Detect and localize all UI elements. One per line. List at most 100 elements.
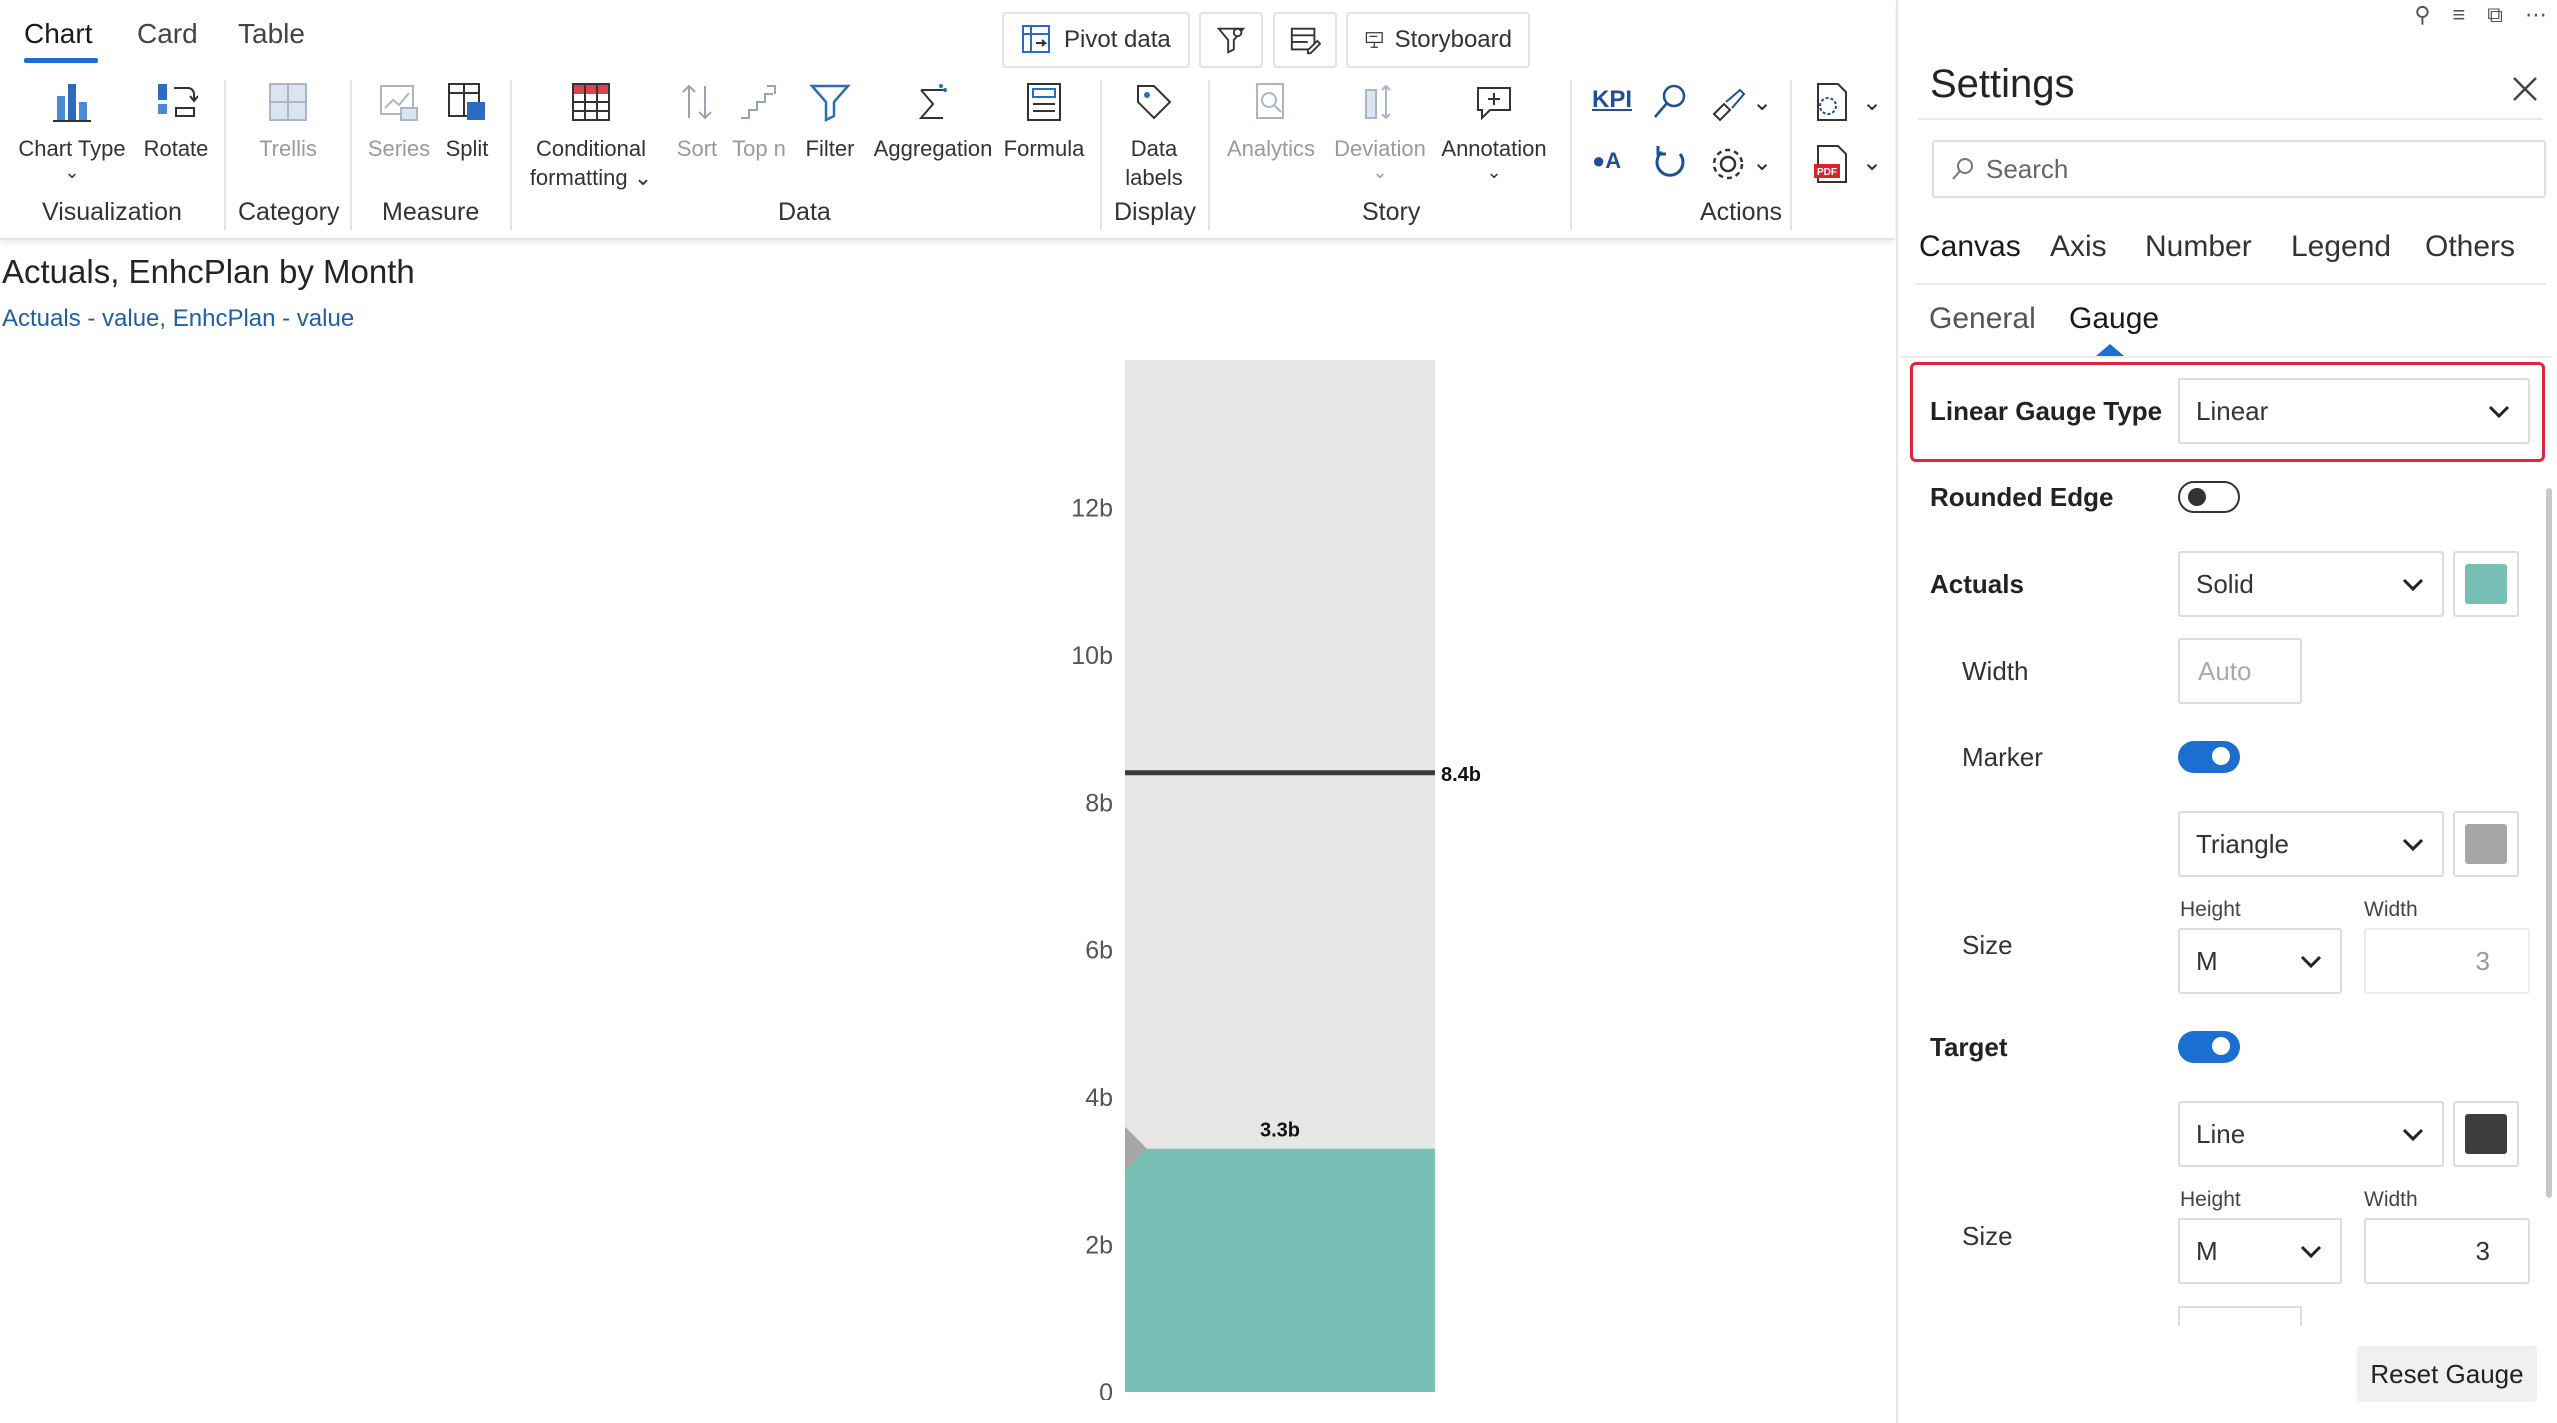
target-color-picker[interactable] bbox=[2453, 1101, 2519, 1167]
target-label: Target bbox=[1930, 1032, 2008, 1062]
actuals-label: Actuals bbox=[1930, 569, 2024, 599]
data-labels-button[interactable]: Data labels bbox=[1118, 80, 1190, 192]
chart-type-button[interactable]: Chart Type ⌄ bbox=[18, 80, 126, 181]
deviation-button[interactable]: Deviation ⌄ bbox=[1330, 80, 1430, 181]
top-n-button[interactable]: Top n bbox=[728, 80, 790, 163]
panel-window-controls: ⚲ ≡ ⧉ ⋯ bbox=[2414, 2, 2547, 28]
y-tick-label: 2b bbox=[1085, 1232, 1113, 1260]
analytics-icon bbox=[1256, 83, 1284, 119]
dot-icon: ● bbox=[1592, 148, 1606, 173]
search-input[interactable]: Search bbox=[1986, 154, 2068, 185]
subtab-general[interactable]: General bbox=[1929, 302, 2036, 336]
tab-legend[interactable]: Legend bbox=[2291, 230, 2391, 264]
tab-chart[interactable]: Chart bbox=[24, 18, 92, 50]
series-button[interactable]: Series bbox=[364, 80, 434, 163]
more-icon[interactable]: ⋯ bbox=[2525, 2, 2547, 28]
conditional-label-2: formatting ⌄ bbox=[529, 165, 653, 190]
close-icon[interactable] bbox=[2510, 74, 2540, 104]
y-tick-label: 8b bbox=[1085, 789, 1113, 817]
aggregation-button[interactable]: Aggregation bbox=[868, 80, 998, 163]
sort-button[interactable]: Sort bbox=[672, 80, 722, 163]
marker-shape-select[interactable]: Triangle bbox=[2178, 811, 2444, 877]
tab-canvas[interactable]: Canvas bbox=[1919, 230, 2021, 264]
next-input-partial[interactable] bbox=[2178, 1306, 2302, 1326]
chevron-down-icon[interactable]: ⌄ bbox=[1752, 91, 1772, 115]
tab-table[interactable]: Table bbox=[238, 18, 305, 50]
reset-gauge-button[interactable]: Reset Gauge bbox=[2357, 1346, 2537, 1402]
actuals-style-select[interactable]: Solid bbox=[2178, 551, 2444, 617]
settings-search-box[interactable]: Search bbox=[1932, 140, 2546, 198]
trellis-button[interactable]: Trellis bbox=[248, 80, 328, 163]
sort-icon bbox=[682, 84, 712, 120]
text-option-button[interactable]: ●A bbox=[1592, 148, 1621, 174]
group-separator bbox=[1570, 80, 1572, 230]
toggle-knob bbox=[2212, 747, 2230, 765]
gear-icon[interactable] bbox=[1708, 144, 1748, 184]
top-n-icon bbox=[741, 85, 776, 119]
target-color-swatch bbox=[2465, 1114, 2507, 1154]
analytics-button[interactable]: Analytics bbox=[1222, 80, 1320, 163]
edit-table-button[interactable] bbox=[1273, 12, 1337, 68]
storyboard-button[interactable]: Storyboard bbox=[1346, 12, 1530, 68]
target-data-label: 8.4b bbox=[1441, 764, 1481, 786]
target-toggle[interactable] bbox=[2178, 1031, 2240, 1063]
kpi-button[interactable]: KPI bbox=[1592, 86, 1632, 114]
marker-height-label: Height bbox=[2180, 898, 2241, 921]
linear-gauge-type-label: Linear Gauge Type bbox=[1930, 396, 2163, 426]
conditional-formatting-button[interactable]: Conditional formatting ⌄ bbox=[526, 80, 656, 192]
group-separator bbox=[1790, 80, 1792, 230]
pivot-data-button[interactable]: Pivot data bbox=[1002, 12, 1190, 68]
pin-icon[interactable]: ⚲ bbox=[2414, 2, 2430, 28]
conditional-formatting-icon bbox=[572, 83, 610, 121]
tab-number[interactable]: Number bbox=[2145, 230, 2252, 264]
svg-text:PDF: PDF bbox=[1817, 167, 1837, 178]
tab-others[interactable]: Others bbox=[2425, 230, 2515, 264]
chevron-down-icon[interactable]: ⌄ bbox=[1862, 151, 1882, 175]
group-story: Story bbox=[1362, 198, 1421, 226]
target-style-select[interactable]: Line bbox=[2178, 1101, 2444, 1167]
marker-toggle[interactable] bbox=[2178, 741, 2240, 773]
expand-icon[interactable]: ⧉ bbox=[2487, 2, 2503, 28]
chevron-down-icon[interactable]: ⌄ bbox=[1752, 151, 1772, 175]
marker-width-input[interactable]: 3 bbox=[2364, 928, 2530, 994]
filter-button[interactable]: Filter bbox=[800, 80, 860, 163]
group-display: Display bbox=[1114, 198, 1196, 226]
chart-subtitle[interactable]: Actuals - value, EnhcPlan - value bbox=[2, 305, 354, 333]
pdf-icon[interactable]: PDF bbox=[1810, 142, 1854, 186]
target-style-value: Line bbox=[2196, 1118, 2246, 1149]
chart-title: Actuals, EnhcPlan by Month bbox=[2, 253, 415, 290]
trellis-icon bbox=[269, 83, 307, 121]
formula-button[interactable]: Formula bbox=[1002, 80, 1086, 163]
marker-color-picker[interactable] bbox=[2453, 811, 2519, 877]
y-tick-label: 12b bbox=[1071, 494, 1113, 522]
target-height-select[interactable]: M bbox=[2178, 1218, 2342, 1284]
chevron-down-icon: ⌄ bbox=[1372, 162, 1388, 182]
actuals-style-value: Solid bbox=[2196, 568, 2254, 599]
data-labels-label-1: Data bbox=[1130, 136, 1178, 161]
tag-icon bbox=[1137, 85, 1172, 120]
width-input[interactable]: Auto bbox=[2178, 638, 2302, 704]
actuals-color-picker[interactable] bbox=[2453, 551, 2519, 617]
annotation-button[interactable]: Annotation ⌄ bbox=[1436, 80, 1552, 181]
rounded-edge-toggle[interactable] bbox=[2178, 481, 2240, 513]
tab-card[interactable]: Card bbox=[137, 18, 198, 50]
target-width-input[interactable]: 3 bbox=[2364, 1218, 2530, 1284]
linear-gauge-type-select[interactable]: Linear bbox=[2178, 378, 2530, 444]
paint-brush-icon[interactable] bbox=[1708, 84, 1748, 124]
data-labels-label-2: labels bbox=[1125, 165, 1183, 190]
toggle-knob bbox=[2188, 488, 2206, 506]
split-button[interactable]: Split bbox=[436, 80, 498, 163]
marker-height-select[interactable]: M bbox=[2178, 928, 2342, 994]
subtab-gauge[interactable]: Gauge bbox=[2069, 302, 2159, 336]
filter-lines-icon[interactable]: ≡ bbox=[2452, 2, 2465, 28]
rotate-button[interactable]: Rotate bbox=[138, 80, 214, 163]
group-separator bbox=[224, 80, 226, 230]
trellis-label: Trellis bbox=[259, 136, 317, 161]
filter-pin-button[interactable] bbox=[1199, 12, 1263, 68]
search-icon[interactable] bbox=[1650, 82, 1690, 122]
settings-scrollbar[interactable] bbox=[2546, 488, 2552, 1198]
tab-axis[interactable]: Axis bbox=[2050, 230, 2107, 264]
export-settings-icon[interactable] bbox=[1810, 80, 1854, 124]
refresh-icon[interactable] bbox=[1650, 142, 1690, 182]
chevron-down-icon[interactable]: ⌄ bbox=[1862, 91, 1882, 115]
